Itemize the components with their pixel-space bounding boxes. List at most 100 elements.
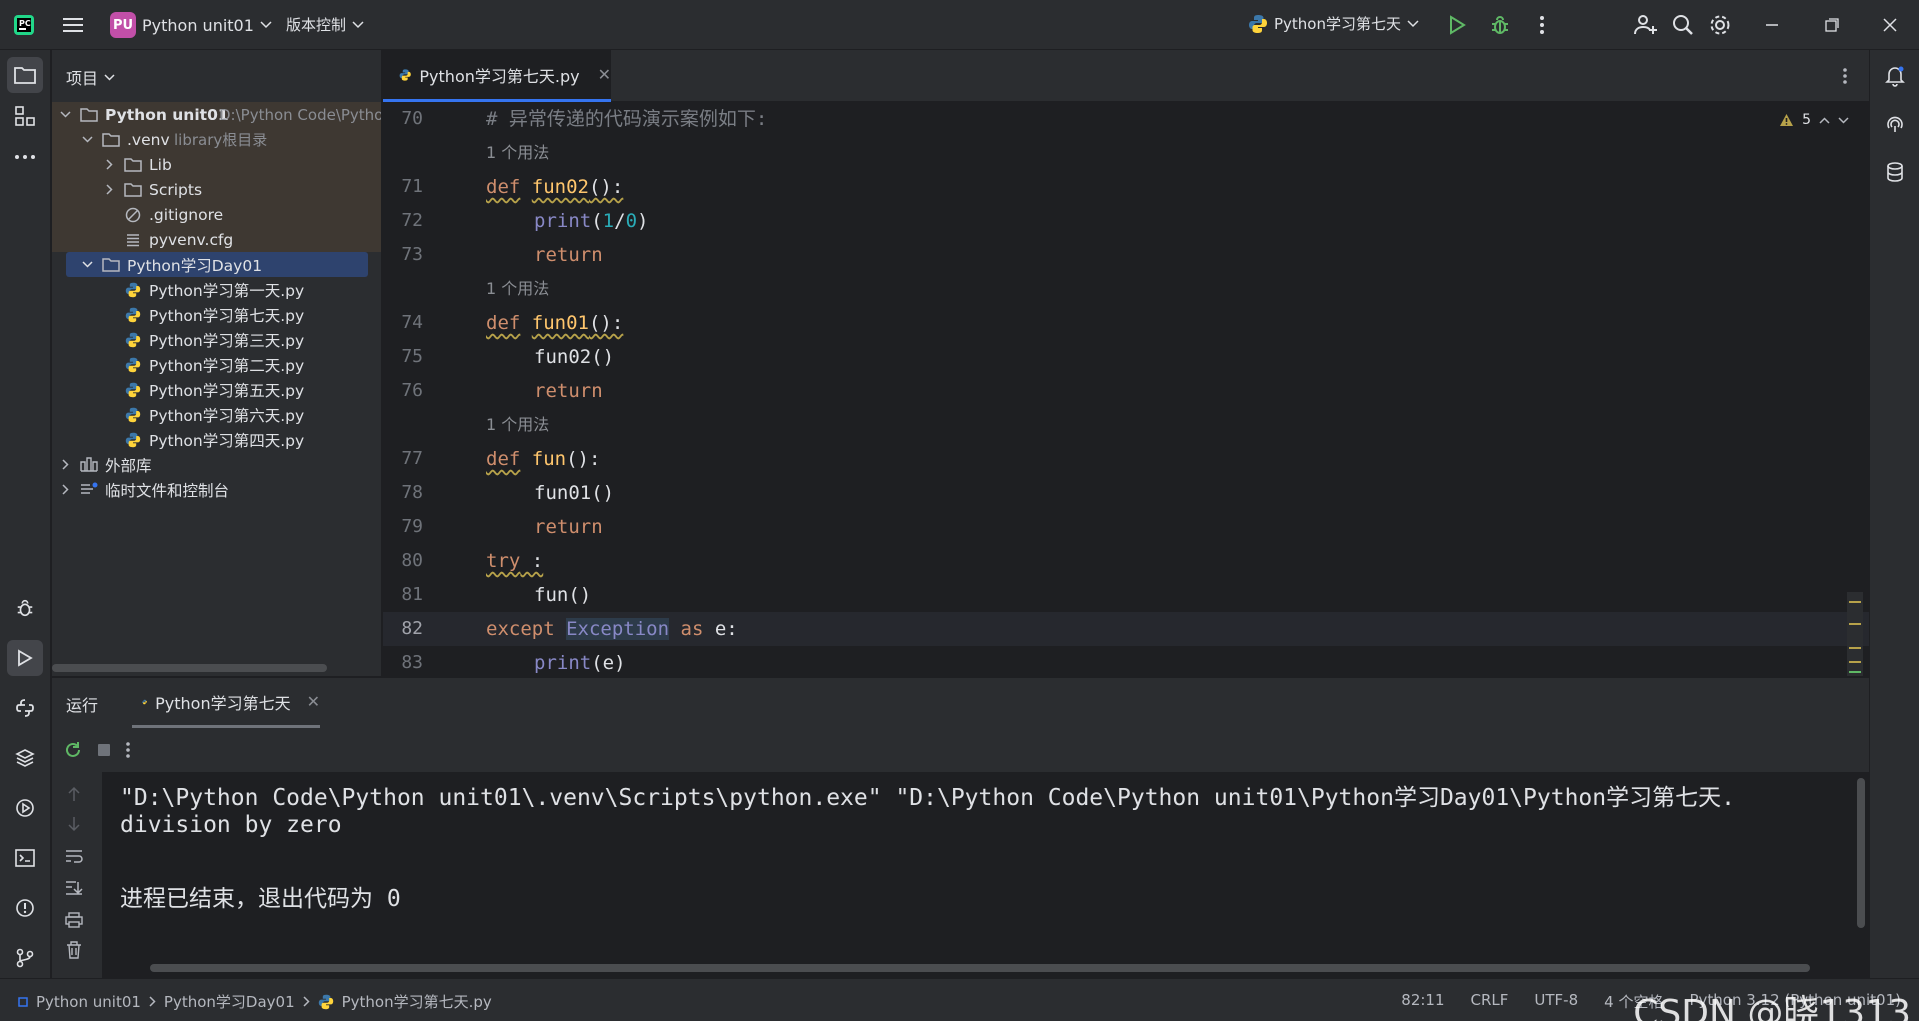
run-button[interactable] — [1439, 7, 1475, 43]
tree-item-root[interactable]: Python unit01 D:\Python Code\Pytho — [52, 102, 381, 127]
keyword: except — [486, 618, 555, 640]
project-panel-header[interactable]: 项目 — [66, 65, 115, 89]
rerun-icon[interactable] — [64, 741, 82, 759]
project-tool-button[interactable] — [7, 57, 43, 93]
structure-icon — [15, 106, 35, 126]
function-name: fun — [531, 448, 567, 470]
error-stripe[interactable] — [1847, 592, 1863, 676]
main-menu-icon[interactable] — [55, 7, 91, 43]
python-packages-button[interactable] — [7, 740, 43, 776]
close-window-icon[interactable] — [1872, 7, 1908, 43]
add-user-icon[interactable] — [1628, 7, 1664, 43]
arrow-down-icon[interactable] — [56, 806, 92, 842]
close-tab-icon[interactable]: ✕ — [598, 65, 611, 84]
notifications-bell-icon[interactable] — [1877, 58, 1913, 94]
tree-item-file[interactable]: Python学习第二天.py — [52, 352, 381, 377]
run-tab-python-day7[interactable]: Python学习第七天 ✕ — [132, 678, 320, 728]
tree-item-gitignore[interactable]: .gitignore — [52, 202, 381, 227]
line-number: 70 — [401, 108, 423, 129]
tree-item-file[interactable]: Python学习第五天.py — [52, 377, 381, 402]
breadcrumb-file[interactable]: Python学习第七天.py — [342, 991, 492, 1012]
breadcrumb-folder[interactable]: Python学习Day01 — [164, 991, 295, 1012]
code-line: 76 return — [383, 374, 1869, 408]
console-output[interactable]: "D:\Python Code\Python unit01\.venv\Scri… — [102, 772, 1869, 979]
console-vscrollbar[interactable] — [1857, 778, 1865, 928]
run-config-selector[interactable]: Python学习第七天 — [1248, 13, 1419, 34]
file-name: Python学习第七天.py — [149, 306, 305, 325]
chevron-right-icon — [149, 996, 156, 1007]
tree-item-file[interactable]: Python学习第三天.py — [52, 327, 381, 352]
run-config-label: Python学习第七天 — [1274, 15, 1401, 33]
file-encoding[interactable]: UTF-8 — [1534, 991, 1578, 1012]
more-tools-button[interactable] — [7, 139, 43, 175]
usage-hint[interactable]: 1 个用法 — [486, 136, 549, 170]
python-console-button[interactable] — [7, 690, 43, 726]
tab-options-icon[interactable] — [1827, 58, 1863, 94]
run-tool-button[interactable] — [7, 640, 43, 676]
restore-icon[interactable] — [1814, 7, 1850, 43]
file-name: Python学习第一天.py — [149, 281, 305, 300]
code-view[interactable]: 5 70 # 异常传递的代码演示案例如下: 1 个用法 71 def fun02()… — [383, 102, 1869, 676]
tree-item-venv[interactable]: .venv library根目录 — [52, 127, 381, 152]
usage-hint[interactable]: 1 个用法 — [486, 408, 549, 442]
stop-icon[interactable] — [96, 742, 112, 758]
usage-hint[interactable]: 1 个用法 — [486, 272, 549, 306]
number-literal: 0 — [625, 210, 638, 232]
git-button[interactable] — [7, 940, 43, 976]
debug-tool-button[interactable] — [7, 590, 43, 626]
title-bar: PC PU Python unit01 版本控制 Python学习第七天 — [0, 0, 1919, 50]
vcs-label: 版本控制 — [286, 16, 347, 34]
tab-python-day7[interactable]: Python学习第七天.py ✕ — [383, 50, 611, 102]
gitignore-file-name: .gitignore — [149, 205, 224, 224]
tab-label: Python学习第七天.py — [419, 66, 580, 86]
more-actions-icon[interactable] — [1524, 7, 1560, 43]
caret-position[interactable]: 82:11 — [1401, 991, 1444, 1012]
tree-item-lib[interactable]: Lib — [52, 152, 381, 177]
vcs-menu[interactable]: 版本控制 — [286, 14, 364, 35]
function-name: fun01 — [531, 312, 589, 334]
project-badge: PU — [110, 12, 136, 38]
scroll-to-end-icon[interactable] — [56, 870, 92, 906]
minimize-icon[interactable] — [1754, 7, 1790, 43]
project-panel-title: 项目 — [66, 69, 99, 88]
tree-item-pyvenv[interactable]: pyvenv.cfg — [52, 227, 381, 252]
services-button[interactable] — [7, 790, 43, 826]
keyword: try — [486, 550, 521, 572]
left-tool-strip — [0, 50, 51, 978]
file-name: Python学习第二天.py — [149, 356, 305, 375]
tree-item-file[interactable]: Python学习第六天.py — [52, 402, 381, 427]
terminal-button[interactable] — [7, 840, 43, 876]
tree-item-file[interactable]: Python学习第一天.py — [52, 277, 381, 302]
project-switcher[interactable]: PU Python unit01 — [110, 12, 272, 38]
venv-folder-note: library根目录 — [174, 131, 268, 149]
tree-item-file[interactable]: Python学习第四天.py — [52, 427, 381, 452]
tree-item-day-folder[interactable]: Python学习Day01 — [66, 252, 368, 277]
tree-item-scratches[interactable]: 临时文件和控制台 — [52, 477, 381, 502]
pycharm-logo-icon[interactable]: PC — [6, 7, 42, 43]
database-icon[interactable] — [1877, 154, 1913, 190]
breadcrumb-project[interactable]: Python unit01 — [36, 993, 141, 1011]
code-text: fun01() — [534, 482, 615, 504]
tree-item-external-libs[interactable]: 外部库 — [52, 452, 381, 477]
trash-icon[interactable] — [56, 932, 92, 968]
root-folder-name: Python unit01 — [105, 105, 229, 124]
ai-assistant-icon[interactable] — [1877, 106, 1913, 142]
more-actions-icon[interactable] — [126, 742, 130, 758]
soft-wrap-icon[interactable] — [56, 838, 92, 874]
project-tree: Python unit01 D:\Python Code\Pytho .venv… — [52, 102, 381, 502]
line-separator[interactable]: CRLF — [1471, 991, 1509, 1012]
settings-gear-icon[interactable] — [1702, 7, 1738, 43]
project-scrollbar[interactable] — [52, 664, 327, 672]
search-icon[interactable] — [1665, 7, 1701, 43]
tree-item-scripts[interactable]: Scripts — [52, 177, 381, 202]
close-tab-icon[interactable]: ✕ — [307, 692, 320, 711]
folder-icon — [14, 67, 36, 84]
console-line: 进程已结束，退出代码为 0 — [120, 886, 401, 912]
python-file-icon — [124, 431, 142, 449]
debug-button[interactable] — [1482, 7, 1518, 43]
run-panel: 运行 Python学习第七天 ✕ "D:\Python Code\Python … — [52, 677, 1869, 979]
problems-button[interactable] — [7, 890, 43, 926]
tree-item-file[interactable]: Python学习第七天.py — [52, 302, 381, 327]
structure-tool-button[interactable] — [7, 98, 43, 134]
console-hscrollbar[interactable] — [150, 964, 1810, 972]
